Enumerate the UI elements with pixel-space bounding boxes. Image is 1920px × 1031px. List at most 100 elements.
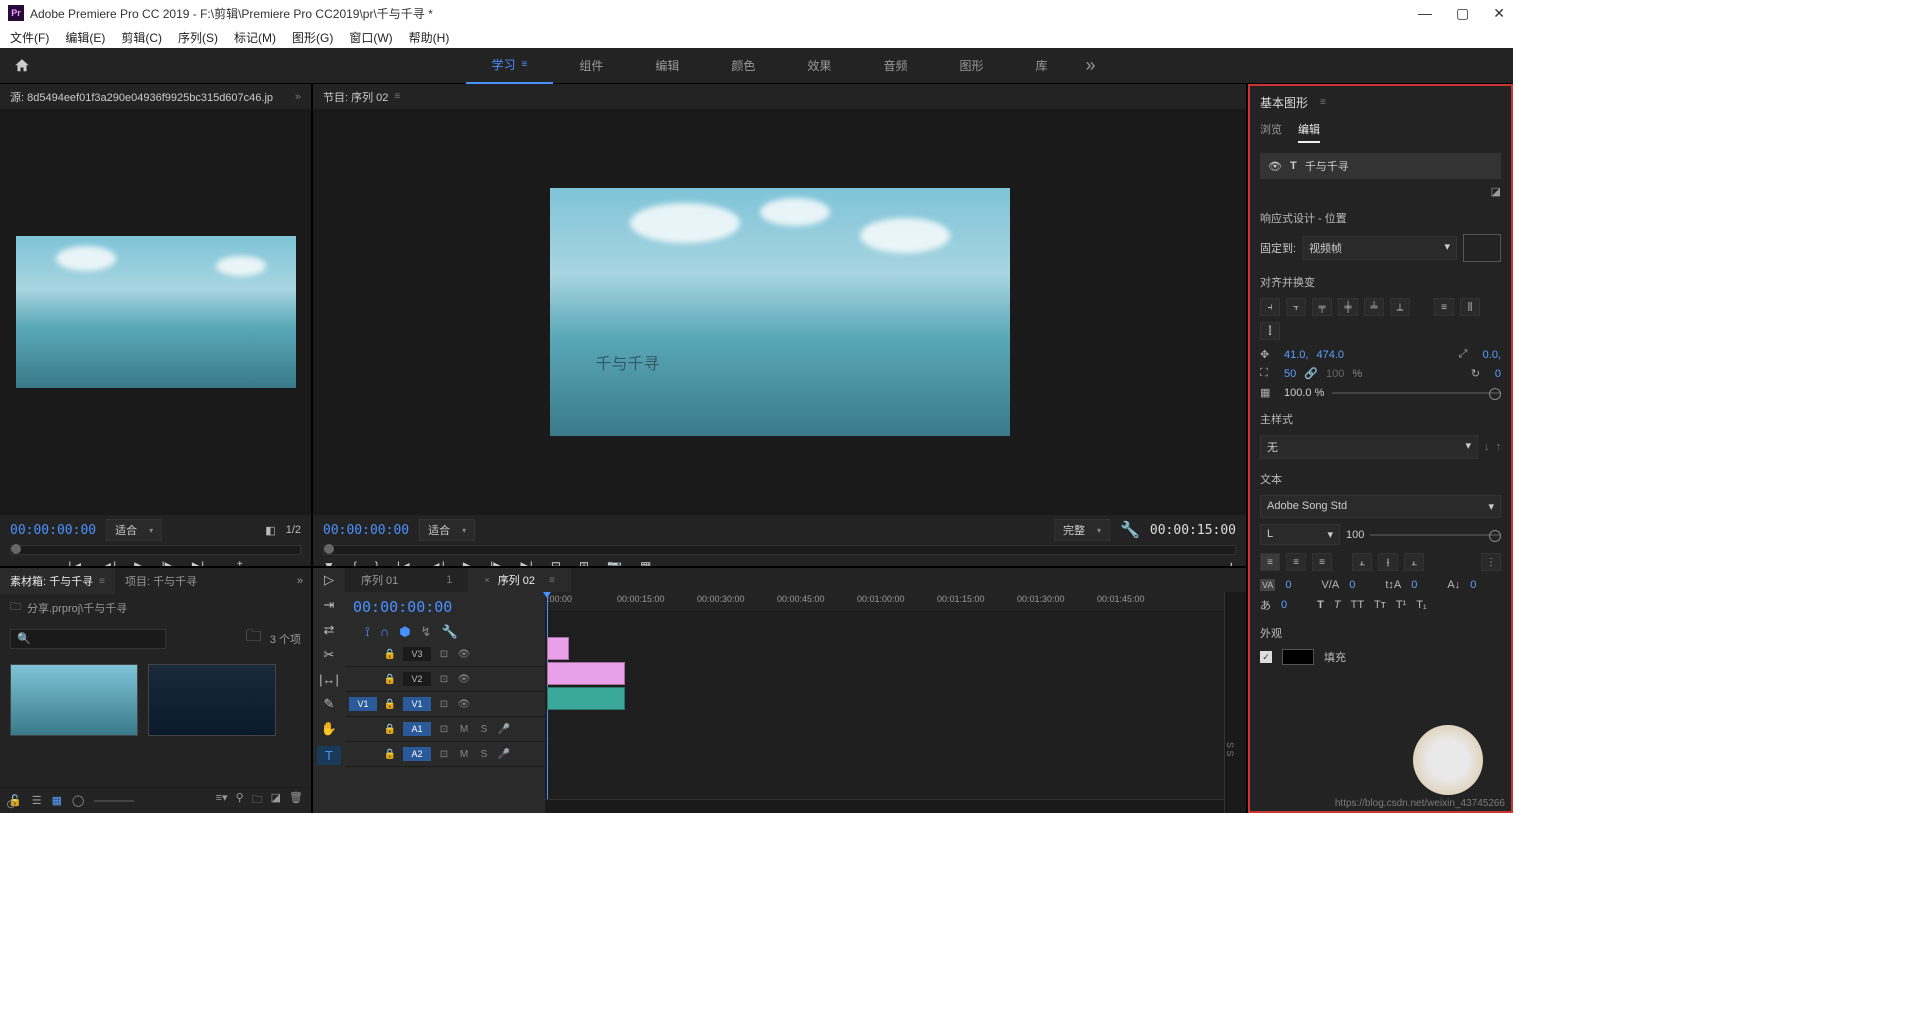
- workspace-assembly[interactable]: 组件: [553, 48, 629, 84]
- source-timecode[interactable]: 00:00:00:00: [10, 523, 96, 538]
- project-overflow[interactable]: »: [289, 575, 311, 587]
- clip-v2[interactable]: [547, 637, 569, 660]
- timeline-zoom-bar[interactable]: [545, 799, 1224, 813]
- menu-window[interactable]: 窗口(W): [345, 27, 396, 48]
- lock-a2-icon[interactable]: 🔒: [383, 749, 397, 760]
- align-hl-icon[interactable]: ⫞: [1260, 298, 1280, 316]
- seq-tab-2[interactable]: ×序列 02≡: [468, 568, 570, 592]
- clip-a1[interactable]: [547, 687, 625, 710]
- lock-v2-icon[interactable]: 🔒: [383, 674, 397, 685]
- step-back2-icon[interactable]: ◄|: [430, 559, 445, 566]
- pen-tool-icon[interactable]: ✎: [324, 696, 335, 712]
- new-layer-icon[interactable]: ◪: [1260, 185, 1501, 198]
- align-vl-icon[interactable]: ╧: [1364, 298, 1384, 316]
- source-v1[interactable]: V1: [349, 697, 377, 711]
- menu-sequence[interactable]: 序列(S): [174, 27, 222, 48]
- pin-dropdown[interactable]: 视频帧▾: [1302, 236, 1457, 260]
- lock-v3-icon[interactable]: 🔒: [383, 649, 397, 660]
- title-overlay[interactable]: 千与千寻: [596, 350, 660, 374]
- freeform-view-icon[interactable]: ◯: [72, 794, 84, 807]
- new-bin2-icon[interactable]: 🗀: [252, 791, 263, 810]
- align-hc-icon[interactable]: ⫟: [1286, 298, 1306, 316]
- push-icon[interactable]: ↓: [1484, 441, 1490, 453]
- thumb-size-slider[interactable]: [94, 800, 134, 802]
- project-search-input[interactable]: [10, 629, 166, 649]
- menu-help[interactable]: 帮助(H): [405, 27, 454, 48]
- align-hr-icon[interactable]: ╤: [1312, 298, 1332, 316]
- close-button[interactable]: ✕: [1493, 5, 1505, 22]
- program-timecode[interactable]: 00:00:00:00: [323, 523, 409, 538]
- menu-clip[interactable]: 剪辑(C): [117, 27, 166, 48]
- clip-v1[interactable]: [547, 662, 625, 685]
- scale-val[interactable]: 50: [1284, 368, 1296, 380]
- ess-tab-edit[interactable]: 编辑: [1298, 121, 1320, 143]
- ess-tab-browse[interactable]: 浏览: [1260, 121, 1282, 143]
- dist-h-icon[interactable]: ≡: [1434, 298, 1454, 316]
- program-scrubber[interactable]: [323, 545, 1236, 555]
- text-tategaki-icon[interactable]: ⋮: [1481, 553, 1501, 571]
- italic-icon[interactable]: T: [1334, 599, 1341, 611]
- project-tab-project[interactable]: 项目: 千与千寻: [115, 568, 207, 594]
- lift-icon[interactable]: ⊟: [551, 559, 561, 566]
- font-style-dropdown[interactable]: L▾: [1260, 524, 1340, 545]
- workspace-overflow[interactable]: »: [1073, 55, 1107, 76]
- find-icon[interactable]: ⚲: [236, 791, 244, 810]
- snap-icon[interactable]: ⟟: [365, 624, 370, 640]
- lock-a1-icon[interactable]: 🔒: [383, 724, 397, 735]
- step-fwd2-icon[interactable]: |▶: [490, 559, 502, 566]
- trash-icon[interactable]: 🗑: [289, 791, 303, 810]
- minimize-button[interactable]: —: [1418, 5, 1432, 22]
- out-icon[interactable]: }: [375, 559, 379, 566]
- new-bin-icon[interactable]: 🗀: [246, 625, 262, 652]
- workspace-color[interactable]: 颜色: [705, 48, 781, 84]
- mark-out-icon[interactable]: ▶|: [192, 559, 204, 566]
- marker-icon[interactable]: ▼: [323, 559, 335, 566]
- workspace-editing[interactable]: 编辑: [629, 48, 705, 84]
- home-icon[interactable]: [12, 57, 32, 75]
- play2-icon[interactable]: ▶: [463, 559, 472, 566]
- add-button-icon[interactable]: +: [1227, 559, 1236, 566]
- maximize-button[interactable]: ▢: [1456, 5, 1469, 22]
- align-vm-icon[interactable]: ╪: [1338, 298, 1358, 316]
- menu-file[interactable]: 文件(F): [6, 27, 53, 48]
- more-icon[interactable]: »+: [230, 559, 243, 566]
- pos-x[interactable]: 41.0,: [1284, 349, 1308, 361]
- text-align-center-icon[interactable]: ≡: [1286, 553, 1306, 571]
- menu-edit[interactable]: 编辑(E): [61, 27, 109, 48]
- settings-icon[interactable]: ↯: [421, 624, 432, 640]
- dist-v-icon[interactable]: ⫼: [1460, 298, 1480, 316]
- selection-tool-icon[interactable]: ▷: [324, 572, 334, 588]
- program-preview[interactable]: 千与千寻: [550, 188, 1010, 436]
- dist-s-icon[interactable]: ⫿: [1260, 322, 1280, 340]
- smallcaps-icon[interactable]: Tᴛ: [1374, 599, 1386, 611]
- opacity-slider[interactable]: [1332, 392, 1501, 394]
- linked-sel-icon[interactable]: ∩: [380, 624, 389, 640]
- goto-out-icon[interactable]: ▶|: [521, 559, 533, 566]
- source-zoom-dropdown[interactable]: 适合: [106, 519, 162, 541]
- allcaps-icon[interactable]: TT: [1351, 599, 1364, 611]
- play-icon[interactable]: ▶: [134, 559, 143, 566]
- new-item-icon[interactable]: ◪: [271, 791, 281, 810]
- text-align-right-icon[interactable]: ≡: [1312, 553, 1332, 571]
- program-zoom-dropdown[interactable]: 适合: [419, 519, 475, 541]
- project-thumb-1[interactable]: [10, 664, 138, 736]
- program-quality-dropdown[interactable]: 完整: [1054, 519, 1110, 541]
- marker-add-icon[interactable]: ⬢: [399, 624, 410, 640]
- align-vb-icon[interactable]: ⟂: [1390, 298, 1410, 316]
- workspace-libraries[interactable]: 库: [1009, 48, 1073, 84]
- pos-y[interactable]: 474.0: [1316, 349, 1344, 361]
- text-align-mid-icon[interactable]: ⫲: [1378, 553, 1398, 571]
- comparison-icon[interactable]: ▦: [640, 559, 651, 566]
- mark-in-icon[interactable]: |◄: [68, 559, 83, 566]
- source-preview[interactable]: [16, 236, 296, 388]
- font-size[interactable]: 100: [1346, 529, 1364, 541]
- workspace-learn[interactable]: 学习≡: [466, 48, 554, 84]
- timeline-timecode[interactable]: 00:00:00:00: [353, 598, 452, 616]
- timeline-canvas[interactable]: :00:00 00:00:15:00 00:00:30:00 00:00:45:…: [545, 592, 1224, 813]
- workspace-graphics[interactable]: 图形: [933, 48, 1009, 84]
- menu-graphics[interactable]: 图形(G): [288, 27, 337, 48]
- in-icon[interactable]: {: [353, 559, 357, 566]
- type-tool-icon[interactable]: T: [317, 746, 341, 765]
- sort-icon[interactable]: ≡▾: [216, 791, 228, 810]
- project-tab-bin[interactable]: 素材箱: 千与千寻≡: [0, 568, 115, 594]
